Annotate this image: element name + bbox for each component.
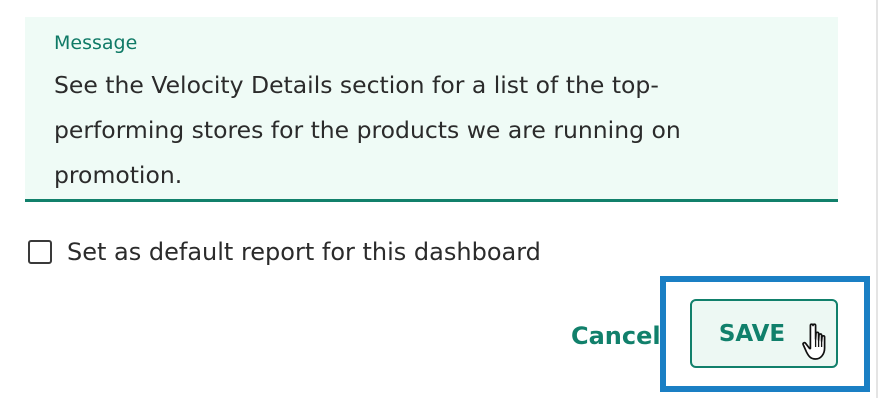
cancel-button[interactable]: Cancel bbox=[571, 316, 661, 356]
right-divider bbox=[876, 0, 878, 398]
message-field[interactable]: Message See the Velocity Details section… bbox=[25, 17, 838, 202]
default-report-label: Set as default report for this dashboard bbox=[67, 238, 541, 266]
message-label: Message bbox=[54, 32, 138, 54]
message-input[interactable]: See the Velocity Details section for a l… bbox=[54, 63, 814, 198]
default-report-option[interactable]: Set as default report for this dashboard bbox=[28, 232, 541, 272]
save-report-dialog: Message See the Velocity Details section… bbox=[0, 0, 884, 398]
hand-pointer-icon bbox=[802, 323, 826, 360]
default-report-checkbox[interactable] bbox=[28, 240, 52, 264]
